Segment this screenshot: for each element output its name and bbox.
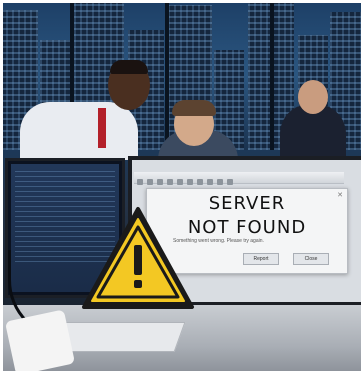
phone [4, 309, 76, 374]
person-right [280, 80, 350, 160]
person-left [20, 60, 150, 160]
office-scene: ✕ SERVER NOT FOUND Something went wrong.… [0, 0, 364, 374]
person-center [158, 100, 248, 160]
report-button[interactable]: Report [243, 253, 279, 265]
warning-triangle-icon [82, 207, 194, 309]
browser-toolbar [134, 172, 344, 185]
close-button[interactable]: Close [293, 253, 329, 265]
